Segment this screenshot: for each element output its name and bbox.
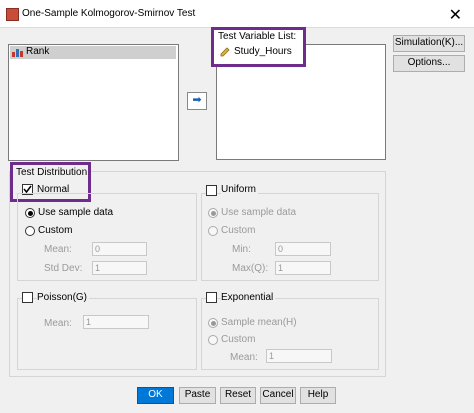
normal-mean-field[interactable]: 0: [92, 242, 147, 256]
paste-button[interactable]: Paste: [179, 387, 216, 404]
normal-stddev-field[interactable]: 1: [92, 261, 147, 275]
list-item-label[interactable]: Study_Hours: [234, 46, 292, 57]
exponential-sample-mean-radio[interactable]: [208, 318, 218, 328]
uniform-max-field[interactable]: 1: [275, 261, 331, 275]
poisson-checkbox[interactable]: [22, 292, 33, 303]
title-bar: One-Sample Kolmogorov-Smirnov Test ✕: [0, 0, 474, 28]
uniform-custom-label: Custom: [221, 225, 256, 236]
options-button[interactable]: Options...: [393, 55, 465, 72]
simulation-button[interactable]: Simulation(K)...: [393, 35, 465, 52]
uniform-label: Uniform: [221, 184, 259, 195]
exponential-mean-label: Mean:: [230, 352, 258, 363]
normal-mean-label: Mean:: [44, 244, 72, 255]
normal-custom-radio[interactable]: [25, 226, 35, 236]
normal-stddev-label: Std Dev:: [44, 263, 83, 274]
poisson-mean-field[interactable]: 1: [83, 315, 149, 329]
exponential-label: Exponential: [221, 292, 276, 303]
help-button[interactable]: Help: [300, 387, 336, 404]
window-title: One-Sample Kolmogorov-Smirnov Test: [22, 8, 196, 19]
test-distribution-label: Test Distribution: [16, 167, 88, 178]
poisson-mean-label: Mean:: [44, 318, 72, 329]
source-variable-list[interactable]: Rank: [8, 44, 179, 161]
poisson-group: [17, 298, 197, 370]
exponential-custom-label: Custom: [221, 334, 256, 345]
uniform-use-sample-label: Use sample data: [221, 207, 297, 218]
cancel-button[interactable]: Cancel: [260, 387, 296, 404]
list-item[interactable]: Rank: [10, 46, 176, 59]
normal-use-sample-label: Use sample data: [38, 207, 114, 218]
exponential-sample-mean-label: Sample mean(H): [221, 317, 297, 328]
test-variable-highlight: Test Variable List: Study_Hours: [211, 27, 306, 67]
exponential-custom-radio[interactable]: [208, 335, 218, 345]
test-variable-list-label: Test Variable List:: [218, 31, 297, 42]
uniform-custom-radio[interactable]: [208, 226, 218, 236]
uniform-use-sample-radio[interactable]: [208, 208, 218, 218]
uniform-max-label: Max(Q):: [232, 263, 269, 274]
arrow-right-icon: ➡: [192, 94, 202, 106]
move-variable-button[interactable]: ➡: [187, 92, 207, 110]
normal-use-sample-radio[interactable]: [25, 208, 35, 218]
pencil-icon: [220, 47, 230, 57]
exponential-checkbox[interactable]: [206, 292, 217, 303]
exponential-mean-field[interactable]: 1: [266, 349, 332, 363]
ok-button[interactable]: OK: [137, 387, 174, 404]
uniform-checkbox[interactable]: [206, 185, 217, 196]
reset-button[interactable]: Reset: [220, 387, 256, 404]
normal-custom-label: Custom: [38, 225, 73, 236]
poisson-label: Poisson(G): [37, 292, 90, 303]
uniform-min-field[interactable]: 0: [275, 242, 331, 256]
app-icon: [6, 8, 19, 21]
list-item-label: Rank: [26, 46, 50, 57]
scale-icon: [12, 48, 23, 57]
uniform-min-label: Min:: [232, 244, 251, 255]
close-icon[interactable]: ✕: [449, 5, 462, 25]
